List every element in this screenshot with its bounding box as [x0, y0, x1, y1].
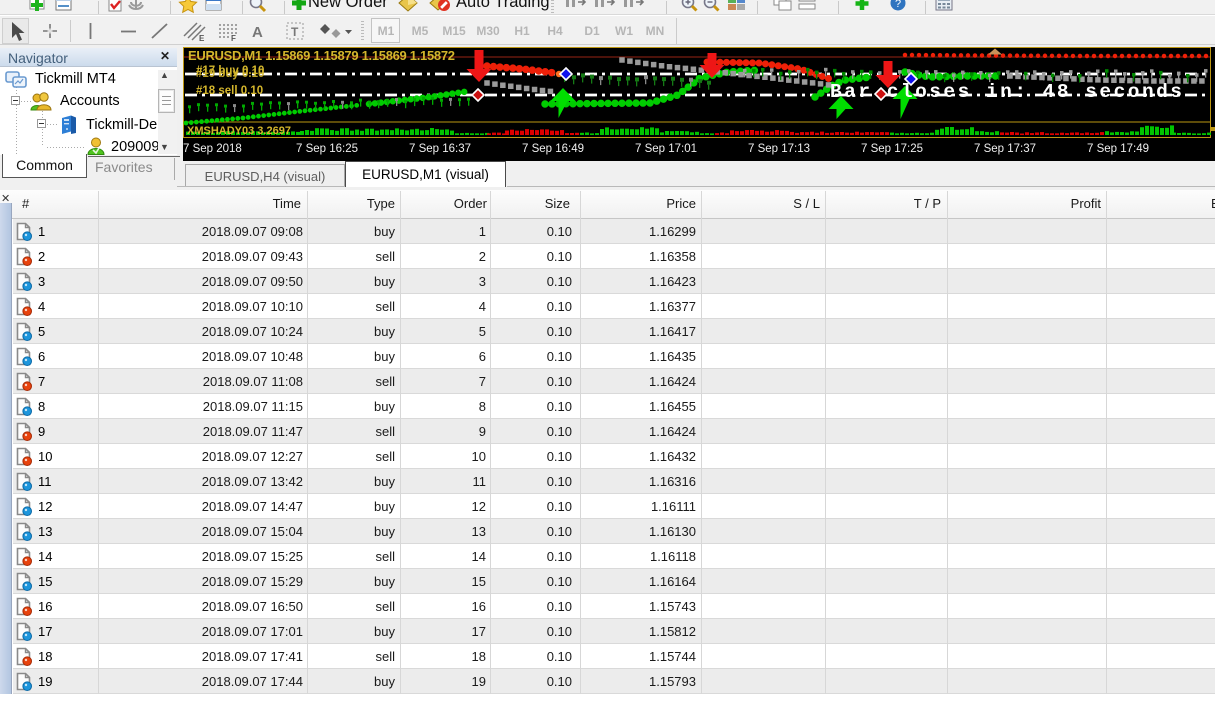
- svg-text:#18 sell 0.10: #18 sell 0.10: [196, 85, 263, 97]
- svg-text:?: ?: [895, 0, 901, 10]
- svg-text:EURUSD,M1 1.15869 1.15879 1.1: EURUSD,M1 1.15869 1.15879 1.15869 1.1587…: [188, 48, 455, 63]
- svg-text:7 Sep 16:49: 7 Sep 16:49: [522, 143, 584, 155]
- svg-text:Bar closes in: 48 seconds: Bar closes in: 48 seconds: [830, 81, 1182, 103]
- svg-text:XMSHADY03 3.2697: XMSHADY03 3.2697: [187, 125, 291, 137]
- svg-text:7 Sep 17:25: 7 Sep 17:25: [861, 143, 923, 155]
- svg-text:7 Sep 17:49: 7 Sep 17:49: [1087, 143, 1149, 155]
- svg-text:A: A: [252, 24, 263, 41]
- svg-text:7 Sep 17:01: 7 Sep 17:01: [635, 143, 697, 155]
- svg-text:7 Sep 17:37: 7 Sep 17:37: [974, 143, 1036, 155]
- svg-text:#19 buy 0.10: #19 buy 0.10: [196, 68, 264, 80]
- svg-text:7 Sep 2018: 7 Sep 2018: [183, 143, 242, 155]
- svg-text:7 Sep 16:37: 7 Sep 16:37: [409, 143, 471, 155]
- svg-text:7 Sep 17:13: 7 Sep 17:13: [748, 143, 810, 155]
- svg-text:E: E: [199, 34, 205, 43]
- svg-text:7 Sep 16:25: 7 Sep 16:25: [296, 143, 358, 155]
- svg-text:F: F: [231, 34, 236, 43]
- svg-text:T: T: [291, 25, 299, 39]
